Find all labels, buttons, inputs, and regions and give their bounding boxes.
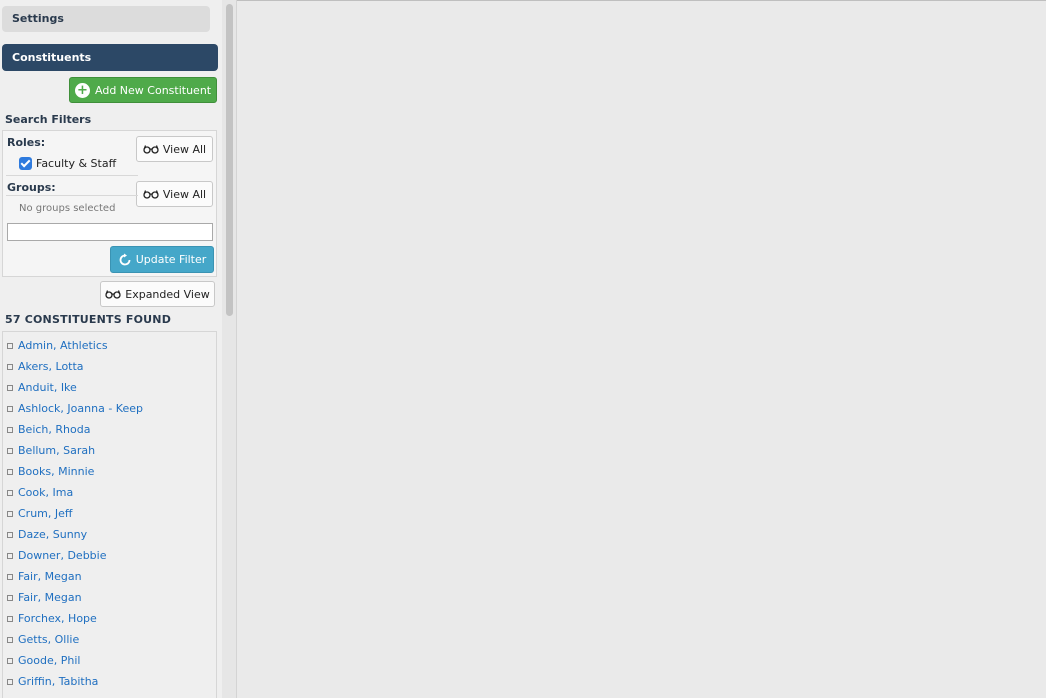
bullet-icon [7,553,13,559]
role-option-faculty-staff[interactable]: Faculty & Staff [19,157,116,170]
faculty-staff-checkbox[interactable] [19,157,32,170]
bullet-icon [7,658,13,664]
groups-view-all-button[interactable]: View All [136,181,213,207]
faculty-staff-label: Faculty & Staff [36,157,117,170]
list-item[interactable]: Beich, Rhoda [7,422,90,438]
constituent-name-link[interactable]: Forchex, Hope [18,611,97,627]
roles-view-all-button[interactable]: View All [136,136,213,162]
list-item[interactable]: Daze, Sunny [7,527,87,543]
app-window: Settings Constituents + Add New Constitu… [0,0,1046,698]
add-new-constituent-label: Add New Constituent [95,83,212,97]
groups-label: Groups: [7,181,56,194]
update-filter-label: Update Filter [135,253,207,266]
bullet-icon [7,616,13,622]
roles-label: Roles: [7,136,46,149]
bullet-icon [7,343,13,349]
constituent-name-link[interactable]: Daze, Sunny [18,527,87,543]
scrollbar-thumb[interactable] [226,4,233,316]
filter-search-input[interactable] [7,223,213,241]
bullet-icon [7,469,13,475]
list-item[interactable]: Admin, Athletics [7,338,108,354]
update-filter-button[interactable]: Update Filter [110,246,214,273]
list-item[interactable]: Goode, Phil [7,653,80,669]
main-content-area [237,0,1046,698]
bullet-icon [7,385,13,391]
constituent-name-link[interactable]: Bellum, Sarah [18,443,95,459]
plus-circle-icon: + [75,82,90,98]
list-item[interactable]: Downer, Debbie [7,548,106,564]
constituents-found-count: 57 CONSTITUENTS FOUND [5,313,172,326]
list-item[interactable]: Forchex, Hope [7,611,97,627]
list-item[interactable]: Fair, Megan [7,590,82,606]
no-groups-text: No groups selected [19,203,116,214]
glasses-icon [143,190,159,199]
bullet-icon [7,511,13,517]
constituent-name-link[interactable]: Fair, Megan [18,590,82,606]
bullet-icon [7,637,13,643]
refresh-icon [119,253,131,265]
constituent-name-link[interactable]: Goode, Phil [18,653,80,669]
constituent-name-link[interactable]: Anduit, Ike [18,380,77,396]
bullet-icon [7,427,13,433]
list-item[interactable]: Anduit, Ike [7,380,77,396]
bullet-icon [7,679,13,685]
filter-panel: Roles: View All Faculty & Staff Groups: [2,130,217,277]
constituent-name-link[interactable]: Cook, Ima [18,485,73,501]
add-new-constituent-button[interactable]: + Add New Constituent [69,77,217,103]
constituent-name-link[interactable]: Crum, Jeff [18,506,72,522]
list-item[interactable]: Getts, Ollie [7,632,79,648]
constituent-name-link[interactable]: Ashlock, Joanna - Keep [18,401,143,417]
bullet-icon [7,490,13,496]
bullet-icon [7,595,13,601]
divider [6,195,138,196]
constituents-header[interactable]: Constituents [2,44,218,71]
constituent-name-link[interactable]: Griffin, Tabitha [18,674,98,690]
constituent-list-panel: Admin, Athletics Akers, Lotta Anduit, Ike A… [2,331,217,698]
sidebar-scrollbar[interactable] [222,0,237,698]
constituent-name-link[interactable]: Downer, Debbie [18,548,106,564]
list-item[interactable]: Fair, Megan [7,569,82,585]
constituent-name-link[interactable]: Admin, Athletics [18,338,108,354]
list-item[interactable]: Akers, Lotta [7,359,84,375]
constituent-name-link[interactable]: Books, Minnie [18,464,94,480]
constituent-name-link[interactable]: Fair, Megan [18,569,82,585]
roles-view-all-label: View All [162,142,207,156]
list-item[interactable]: Books, Minnie [7,464,94,480]
bullet-icon [7,532,13,538]
expanded-view-label: Expanded View [125,287,210,301]
groups-view-all-label: View All [162,187,207,201]
expanded-view-button[interactable]: Expanded View [100,281,215,307]
sidebar: Settings Constituents + Add New Constitu… [0,0,222,698]
constituent-name-link[interactable]: Akers, Lotta [18,359,84,375]
list-item[interactable]: Ashlock, Joanna - Keep [7,401,143,417]
constituent-name-link[interactable]: Getts, Ollie [18,632,79,648]
list-item[interactable]: Bellum, Sarah [7,443,95,459]
search-filters-heading: Search Filters [5,113,92,126]
list-item[interactable]: Crum, Jeff [7,506,72,522]
bullet-icon [7,364,13,370]
glasses-icon [105,290,121,299]
divider [6,175,138,176]
bullet-icon [7,406,13,412]
bullet-icon [7,574,13,580]
constituent-name-link[interactable]: Beich, Rhoda [18,422,90,438]
glasses-icon [143,145,159,154]
bullet-icon [7,448,13,454]
list-item[interactable]: Cook, Ima [7,485,73,501]
list-item[interactable]: Griffin, Tabitha [7,674,98,690]
settings-header[interactable]: Settings [2,6,210,32]
